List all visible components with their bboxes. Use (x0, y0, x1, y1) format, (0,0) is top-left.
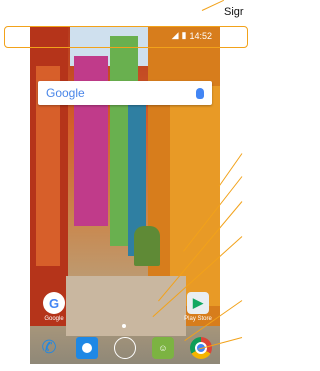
annotation-leader-top (201, 0, 224, 11)
wallpaper-right-wall-detail (170, 86, 220, 306)
app-google-label: Google (44, 316, 64, 322)
annotation-label: Sigr (224, 6, 244, 18)
app-google[interactable]: G Google (34, 292, 74, 322)
app-play-store[interactable]: ▶ Play Store (178, 292, 218, 322)
annotation-leader-1 (218, 153, 243, 187)
google-icon: G (43, 292, 65, 314)
contacts-icon[interactable] (76, 336, 98, 359)
google-search-bar[interactable]: Google (38, 81, 212, 105)
messaging-icon[interactable]: ☺ (152, 336, 174, 359)
phone-icon[interactable]: ✆ (38, 337, 60, 359)
wallpaper-street (66, 276, 186, 336)
wallpaper-plants (134, 226, 160, 266)
play-store-icon: ▶ (187, 292, 209, 314)
camera-icon[interactable] (114, 336, 136, 359)
page-indicator (122, 324, 126, 328)
status-bar-highlight (4, 26, 248, 48)
google-search-brand: Google (46, 86, 85, 100)
mic-icon[interactable] (196, 87, 204, 99)
phone-screen: ◢ ▮ 14:52 Google G Google ▶ Play Store ✆… (30, 26, 220, 364)
